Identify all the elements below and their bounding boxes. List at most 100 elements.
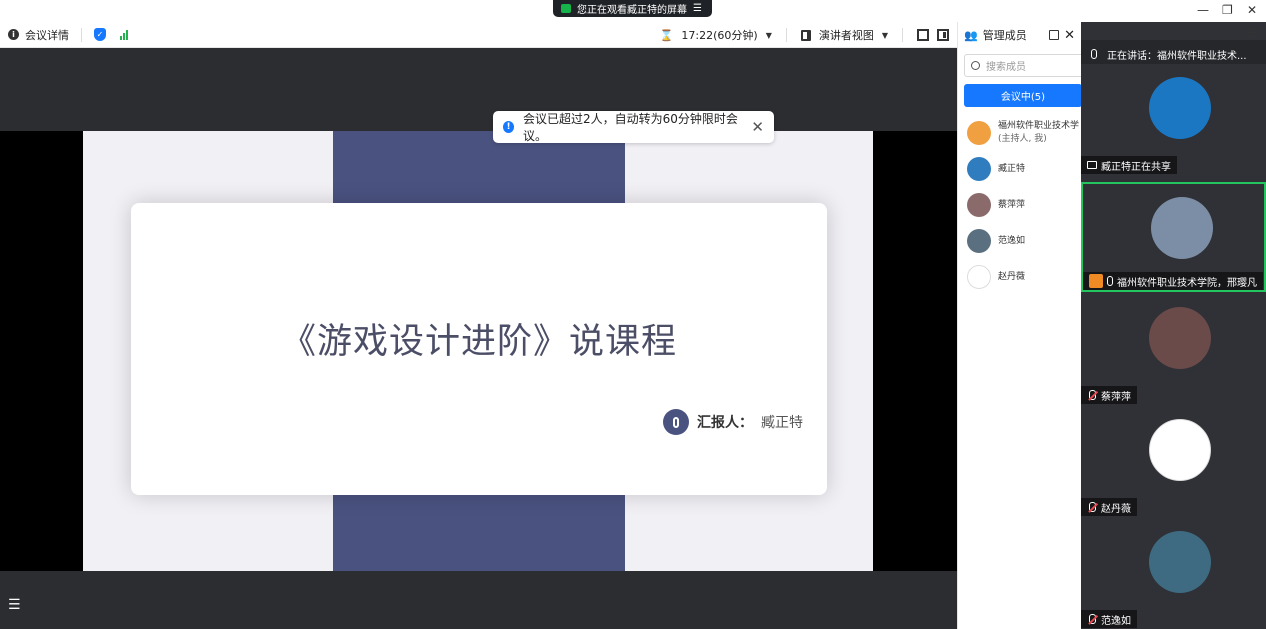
member-name: 范逸如 [998,235,1025,248]
member-name-text: 范逸如 [998,235,1026,246]
menu-icon[interactable]: ☰ [1247,26,1258,40]
screen-share-icon [1087,161,1097,169]
toast-message: 会议已超过2人，自动转为60分钟限时会议。 [523,112,738,143]
slide-card: 《游戏设计进阶》说课程 汇报人： 臧正特 [131,203,827,495]
member-list: 福州软件职业技术学 (主持人, 我) 臧正特蔡萍萍范逸如赵丹薇 [958,115,1081,295]
video-strip: ☰ 正在讲话：福州软件职业技术... 臧正特正在共享福州软件职业技术学院，邢璎凡… [1081,22,1266,629]
view-mode-button[interactable]: 演讲者视图 [819,27,874,43]
search-icon [971,61,980,70]
hourglass-icon: ⌛ [659,28,674,42]
avatar [967,193,991,217]
member-role: (主持人, 我) [998,134,1047,144]
member-name-text: 福州软件职业技术学 [998,121,1080,131]
members-panel-title: 管理成员 [982,29,1027,42]
participant-name: 福州软件职业技术学院，邢璎凡 [1117,277,1257,289]
microphone-muted-icon [1087,389,1097,401]
shield-icon[interactable]: ✓ [94,28,106,41]
avatar [1149,419,1211,481]
sharing-notice-text: 您正在观看臧正特的屏幕 [577,5,687,16]
member-row[interactable]: 蔡萍萍 [958,187,1081,223]
close-window-button[interactable]: ✕ [1247,3,1257,17]
list-icon: ☰ [693,3,702,14]
side-panel-icon[interactable] [937,29,949,41]
reporter-label: 汇报人： [697,415,753,431]
presenter-view-icon [800,29,811,41]
participant-name: 赵丹薇 [1101,503,1131,515]
slide-reporter: 汇报人： 臧正特 [663,409,803,435]
people-icon: 👥 [964,28,978,42]
member-row[interactable]: 臧正特 [958,151,1081,187]
avatar [967,121,991,145]
avatar [1149,531,1211,593]
divider [785,28,787,42]
avatar [1149,77,1211,139]
presentation-slide: 《游戏设计进阶》说课程 汇报人： 臧正特 [83,131,873,571]
toast-close-button[interactable]: ✕ [751,118,764,136]
signal-icon[interactable] [120,29,128,40]
microphone-icon [663,409,689,435]
member-search-input[interactable]: 搜索成员 [964,54,1088,77]
participant-name: 蔡萍萍 [1101,391,1131,403]
slide-title: 《游戏设计进阶》说课程 [280,322,677,362]
avatar [967,265,991,289]
participant-label: 蔡萍萍 [1081,386,1137,404]
member-row[interactable]: 范逸如 [958,223,1081,259]
member-name: 福州软件职业技术学 (主持人, 我) [998,120,1079,146]
reporter-name: 臧正特 [761,415,803,431]
members-panel: 👥 管理成员 ✕ 搜索成员 会议中(5) 福州软件职业技术学 (主持人, 我) 臧正… [957,22,1088,629]
video-tile[interactable]: 臧正特正在共享 [1081,64,1266,174]
meeting-timer[interactable]: 17:22(60分钟) [681,27,757,43]
divider [81,27,82,42]
shared-screen-stage: 《游戏设计进阶》说课程 汇报人： 臧正特 ! 会议已超过2人，自动转为60分钟限… [0,48,957,629]
participant-label: 赵丹薇 [1081,498,1137,516]
meeting-window: 您正在观看臧正特的屏幕 ☰ — ❐ ✕ i 会议详情 ✓ ⌛ 17:22(60分… [0,0,1266,629]
list-icon[interactable]: ☰ [8,597,21,613]
host-icon [1089,274,1103,288]
avatar [967,229,991,253]
microphone-icon [1091,49,1097,59]
window-titlebar: 您正在观看臧正特的屏幕 ☰ — ❐ ✕ [0,0,1266,22]
member-row[interactable]: 赵丹薇 [958,259,1081,295]
divider [902,28,903,42]
avatar [1149,307,1211,369]
member-row[interactable]: 福州软件职业技术学 (主持人, 我) [958,115,1081,151]
member-name-text: 赵丹薇 [998,271,1026,282]
meeting-toolbar: i 会议详情 ✓ ⌛ 17:22(60分钟) ▼ 演讲者视图 ▼ [0,22,957,48]
info-icon: ! [503,121,515,133]
video-tile[interactable]: 赵丹薇 [1081,406,1266,516]
participant-label: 臧正特正在共享 [1081,156,1177,174]
chevron-down-icon[interactable]: ▼ [882,31,888,40]
participant-name: 范逸如 [1101,615,1131,627]
fullscreen-icon[interactable] [917,29,929,41]
video-tile[interactable]: 蔡萍萍 [1081,294,1266,404]
meeting-limit-toast: ! 会议已超过2人，自动转为60分钟限时会议。 ✕ [493,111,774,143]
participant-name: 臧正特正在共享 [1101,161,1171,173]
member-name: 臧正特 [998,163,1025,176]
meeting-details-button[interactable]: 会议详情 [25,27,69,43]
member-name: 赵丹薇 [998,271,1025,284]
member-name: 蔡萍萍 [998,199,1025,212]
search-placeholder: 搜索成员 [986,62,1026,73]
members-panel-header: 👥 管理成员 ✕ [958,22,1081,48]
restore-button[interactable]: ❐ [1222,3,1233,17]
tab-in-meeting[interactable]: 会议中(5) [964,84,1082,107]
screen-share-indicator[interactable]: 您正在观看臧正特的屏幕 ☰ [553,0,712,17]
chevron-down-icon[interactable]: ▼ [766,31,772,40]
participant-label: 范逸如 [1081,610,1137,628]
minimize-button[interactable]: — [1197,3,1209,17]
member-name-text: 臧正特 [998,163,1026,174]
microphone-muted-icon [1087,613,1097,625]
microphone-icon [1107,276,1113,286]
close-icon[interactable]: ✕ [1064,28,1075,43]
popout-icon[interactable] [1049,30,1060,40]
video-tile[interactable]: 范逸如 [1081,518,1266,628]
avatar [1151,197,1213,259]
avatar [967,157,991,181]
info-icon: i [8,29,19,40]
member-name-text: 蔡萍萍 [998,199,1026,210]
participant-label: 福州软件职业技术学院，邢璎凡 [1083,272,1263,290]
video-tile[interactable]: 福州软件职业技术学院，邢璎凡 [1081,182,1266,292]
speaking-now-text: 正在讲话：福州软件职业技术... [1107,50,1247,62]
microphone-muted-icon [1087,501,1097,513]
camera-icon [561,4,571,13]
